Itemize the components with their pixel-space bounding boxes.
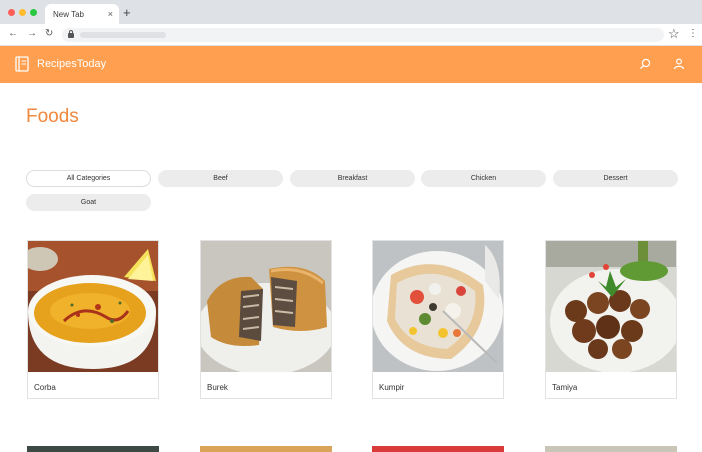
food-name: Corba (34, 383, 56, 392)
search-icon[interactable] (638, 57, 652, 71)
new-tab-button[interactable]: + (123, 6, 131, 19)
close-window-button[interactable] (8, 9, 15, 16)
food-card-partial[interactable] (27, 446, 159, 452)
food-name: Tamiya (552, 383, 578, 392)
brand-name[interactable]: RecipesToday (37, 58, 106, 71)
food-card[interactable]: Tamiya (545, 240, 677, 399)
browser-tabstrip: New Tab × + (0, 0, 702, 24)
food-name: Burek (207, 383, 228, 392)
category-chip-dessert[interactable]: Dessert (553, 170, 678, 187)
food-card-partial[interactable] (372, 446, 504, 452)
tab-title: New Tab (53, 10, 84, 19)
food-card-partial[interactable] (200, 446, 332, 452)
book-icon[interactable] (15, 56, 29, 72)
maximize-window-button[interactable] (30, 9, 37, 16)
window-controls (8, 9, 37, 16)
url-text (80, 32, 166, 38)
app-header: RecipesToday (0, 46, 702, 83)
food-card[interactable]: Corba (27, 240, 159, 399)
browser-menu-icon[interactable]: ⋮ (688, 28, 698, 40)
browser-toolbar: ← → ↻ ☆ ⋮ (0, 24, 702, 46)
category-chip-goat[interactable]: Goat (26, 194, 151, 211)
forward-icon[interactable]: → (27, 28, 37, 40)
food-image-corba (28, 241, 158, 372)
food-image-kumpir (373, 241, 503, 372)
page-title: Foods (26, 106, 79, 127)
tab-close-icon[interactable]: × (108, 8, 113, 20)
food-card[interactable]: Kumpir (372, 240, 504, 399)
food-name: Kumpir (379, 383, 405, 392)
lock-icon (68, 30, 74, 38)
category-chip-beef[interactable]: Beef (158, 170, 283, 187)
back-icon[interactable]: ← (8, 28, 18, 40)
address-bar[interactable] (62, 28, 664, 42)
category-chip-chicken[interactable]: Chicken (421, 170, 546, 187)
reload-icon[interactable]: ↻ (45, 28, 53, 40)
browser-tab[interactable]: New Tab × (45, 4, 119, 24)
food-image-tamiya (546, 241, 676, 372)
food-image-burek (201, 241, 331, 372)
category-chip-all[interactable]: All Categories (26, 170, 151, 187)
food-card-partial[interactable] (545, 446, 677, 452)
user-icon[interactable] (672, 57, 686, 71)
bookmark-star-icon[interactable]: ☆ (668, 27, 680, 41)
minimize-window-button[interactable] (19, 9, 26, 16)
food-card[interactable]: Burek (200, 240, 332, 399)
category-chip-breakfast[interactable]: Breakfast (290, 170, 415, 187)
